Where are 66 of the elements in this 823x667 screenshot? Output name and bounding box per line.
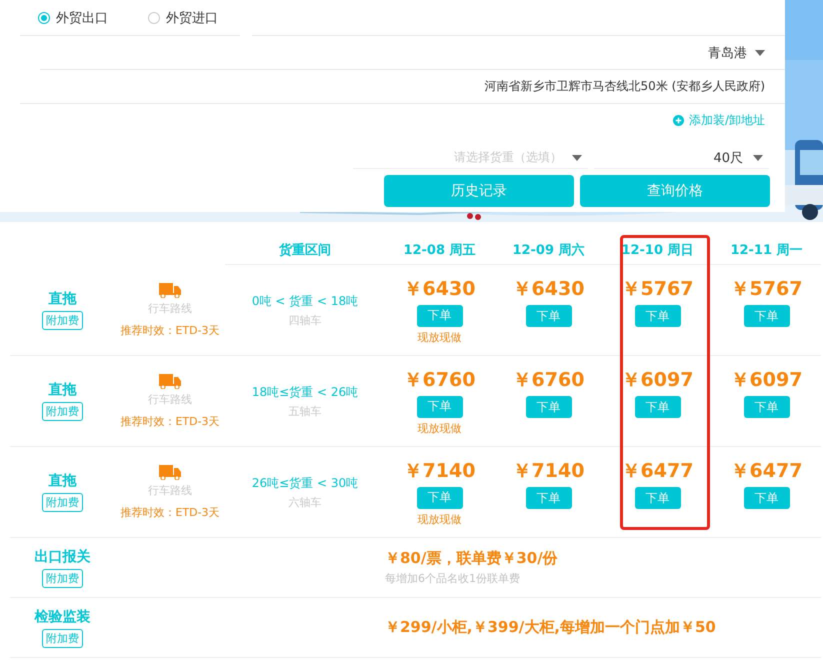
fee-note: 每增加6个品名收1份联单费 [385, 571, 521, 586]
timing-text: 推荐时效：ETD-3天 [120, 504, 220, 520]
price-text: ￥7140 [512, 459, 584, 484]
caret-icon [755, 50, 765, 56]
order-button[interactable]: 下单 [526, 305, 572, 327]
column-header: 货重区间 [279, 242, 331, 259]
order-button[interactable]: 下单 [744, 396, 790, 418]
fee-price: ￥80/票，联单费￥30/份 [385, 549, 559, 568]
add-address-link[interactable]: 添加装/卸地址 [672, 112, 765, 129]
timing-text: 推荐时效：ETD-3天 [120, 414, 220, 428]
price-text: ￥6477 [622, 459, 694, 484]
price-text: ￥6477 [730, 459, 802, 484]
order-button[interactable]: 下单 [416, 396, 462, 418]
caret-icon [572, 154, 582, 160]
truck-icon [159, 464, 181, 480]
container-select[interactable]: 40尺 [594, 147, 769, 169]
note-text: 现放现做 [418, 420, 462, 436]
fee-name: 出口报关 [34, 548, 90, 566]
order-button[interactable]: 下单 [634, 396, 680, 418]
truck-icon [159, 374, 181, 388]
fee-name: 检验监装 [34, 608, 90, 626]
truck-icon [159, 282, 181, 298]
weight-range: 18吨≤货重 < 26吨 [252, 384, 358, 400]
price-text: ￥6430 [512, 277, 584, 302]
fee-price: ￥299/小柜,￥399/大柜,每增加一个门点加￥50 [385, 618, 717, 637]
order-button[interactable]: 下单 [744, 305, 790, 327]
note-text: 现放现做 [418, 512, 462, 526]
address-text: 河南省新乡市卫辉市马杏线北50米 (安都乡人民政府) [484, 78, 765, 95]
surcharge-tag[interactable]: 附加费 [42, 402, 83, 421]
weight-range: 0吨 < 货重 < 18吨 [252, 292, 358, 310]
price-text: ￥5767 [622, 277, 694, 302]
order-button[interactable]: 下单 [634, 487, 680, 509]
price-text: ￥6097 [730, 368, 802, 393]
service-type: 直拖 [48, 290, 76, 308]
price-text: ￥7140 [404, 458, 476, 484]
service-type: 直拖 [48, 381, 76, 399]
note-text: 现放现做 [418, 330, 462, 344]
price-text: ￥6760 [404, 368, 476, 392]
order-button[interactable]: 下单 [526, 487, 572, 509]
port-select[interactable]: 青岛港 [708, 44, 765, 62]
surcharge-tag[interactable]: 附加费 [42, 568, 83, 588]
order-button[interactable]: 下单 [634, 305, 680, 327]
service-type: 直拖 [48, 472, 76, 490]
radio-option[interactable]: 外贸进口 [148, 8, 218, 26]
action-button[interactable]: 查询价格 [580, 175, 770, 207]
surcharge-tag[interactable]: 附加费 [42, 311, 83, 330]
date-header: 12-10 周日 [621, 242, 694, 259]
date-header: 12-11 周一 [730, 242, 803, 259]
radio-option[interactable]: 外贸出口 [38, 8, 108, 26]
surcharge-tag[interactable]: 附加费 [42, 493, 83, 512]
order-button[interactable]: 下单 [526, 396, 572, 418]
action-button[interactable]: 历史记录 [384, 175, 574, 207]
order-button[interactable]: 下单 [744, 487, 790, 509]
date-header: 12-09 周六 [512, 242, 585, 259]
caret-icon [753, 154, 763, 160]
price-text: ￥5767 [730, 277, 802, 302]
price-text: ￥6097 [622, 368, 694, 393]
order-button[interactable]: 下单 [416, 486, 462, 508]
date-header: 12-08 周五 [403, 242, 476, 259]
price-text: ￥6760 [512, 368, 584, 393]
surcharge-tag[interactable]: 附加费 [42, 628, 83, 648]
timing-text: 推荐时效：ETD-3天 [120, 322, 220, 338]
plus-icon [672, 115, 684, 126]
order-button[interactable]: 下单 [416, 304, 462, 326]
weight-range: 26吨≤货重 < 30吨 [252, 474, 358, 492]
price-text: ￥6430 [404, 276, 476, 302]
